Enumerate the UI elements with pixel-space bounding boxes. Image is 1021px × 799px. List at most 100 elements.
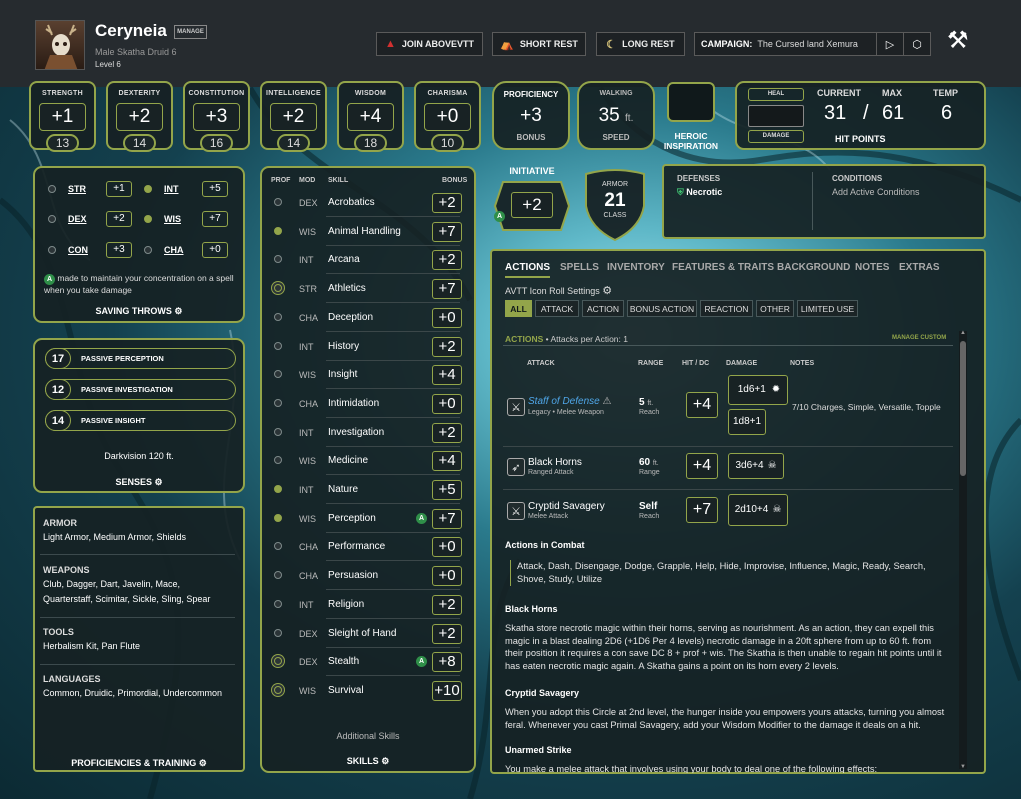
passive-perception[interactable]: 17 PASSIVE PERCEPTION [45,348,236,369]
skill-row-sleight-of-hand[interactable]: DEX Sleight of Hand +2 [268,620,468,648]
ability-dexterity[interactable]: DEXTERITY +2 14 [106,81,173,152]
scrollbar-down-icon[interactable]: ▼ [960,764,966,770]
skill-bonus[interactable]: +7 [432,279,462,300]
save-con[interactable]: CON +3 [48,241,132,259]
avtt-roll-settings[interactable]: AVTT Icon Roll Settings ⚙ [505,284,612,297]
attack-name[interactable]: Black Horns [528,457,582,468]
skill-row-athletics[interactable]: STR Athletics +7 [268,275,468,304]
skill-row-performance[interactable]: CHA Performance +0 [268,533,468,562]
actions-scrollbar[interactable]: ▲ ▼ [959,330,967,770]
manage-button[interactable]: MANAGE [174,25,207,39]
save-dex[interactable]: DEX +2 [48,210,132,228]
attack-staff-of-defense[interactable]: ⚔ Staff of Defense ⚠ Legacy • Melee Weap… [503,373,953,443]
scrollbar-up-icon[interactable]: ▲ [960,330,966,336]
skill-row-nature[interactable]: INT Nature +5 [268,476,468,504]
hp-amount-input[interactable] [748,105,804,127]
skill-bonus[interactable]: +0 [432,393,462,414]
skill-bonus[interactable]: +0 [432,307,462,328]
ability-charisma[interactable]: CHARISMA +0 10 [414,81,481,152]
gear-icon[interactable]: ⚙ [199,758,207,768]
attack-hit[interactable]: +7 [686,497,718,523]
tab-notes[interactable]: NOTES [855,262,889,273]
filter-action[interactable]: ACTION [582,300,624,317]
attack-damage-primary[interactable]: 1d6+1 ✹ [728,375,788,405]
save-str[interactable]: STR +1 [48,180,132,198]
attack-black-horns[interactable]: ➶ Black Horns Ranged Attack 60 ft. Range… [503,450,953,500]
heroic-inspiration[interactable]: HEROIC INSPIRATION [662,82,720,154]
skill-row-animal-handling[interactable]: WIS Animal Handling +7 [268,218,468,246]
damage-button[interactable]: DAMAGE [748,130,804,143]
inspiration-toggle[interactable] [667,82,715,122]
skill-bonus[interactable]: +0 [432,537,462,558]
attack-cryptid-savagery[interactable]: ⚔ Cryptid Savagery Melee Attack Self Rea… [503,494,953,544]
attack-name[interactable]: Cryptid Savagery [528,501,605,512]
attack-name[interactable]: Staff of Defense ⚠ [528,396,611,407]
initiative-box[interactable]: INITIATIVE +2 A [493,164,571,232]
cube-icon[interactable]: ⬡ [903,33,930,55]
skill-row-history[interactable]: INT History +2 [268,333,468,361]
skill-bonus[interactable]: +7 [432,508,462,529]
skill-row-investigation[interactable]: INT Investigation +2 [268,419,468,447]
skill-row-intimidation[interactable]: CHA Intimidation +0 [268,390,468,418]
skill-row-survival[interactable]: WIS Survival +10 [268,677,468,705]
skill-bonus[interactable]: +2 [432,594,462,615]
join-abovevtt-button[interactable]: ▲ JOIN ABOVEVTT [376,32,483,56]
gear-icon[interactable]: ⚙ [154,477,162,487]
skill-row-acrobatics[interactable]: DEX Acrobatics +2 [268,189,468,217]
skill-row-insight[interactable]: WIS Insight +4 [268,361,468,390]
skill-row-persuasion[interactable]: CHA Persuasion +0 [268,562,468,591]
add-conditions[interactable]: Add Active Conditions [832,187,920,197]
tab-features-traits[interactable]: FEATURES & TRAITS [672,262,774,273]
tab-extras[interactable]: EXTRAS [899,262,940,273]
heal-button[interactable]: HEAL [748,88,804,101]
defense-necrotic[interactable]: ⛨ Necrotic [677,187,722,198]
ability-intelligence[interactable]: INTELLIGENCE +2 14 [260,81,327,152]
skill-bonus[interactable]: +8 [432,652,462,673]
attack-hit[interactable]: +4 [686,453,718,479]
skill-bonus[interactable]: +5 [432,480,462,500]
passive-investigation[interactable]: 12 PASSIVE INVESTIGATION [45,379,236,400]
attack-damage[interactable]: 3d6+4 ☠ [728,453,784,479]
tab-background[interactable]: BACKGROUND [777,262,850,273]
temp-hp[interactable]: 6 [941,102,952,125]
short-rest-button[interactable]: ⛺ SHORT REST [492,32,586,56]
long-rest-button[interactable]: ☾ LONG REST [596,32,685,56]
campaign-name[interactable]: The Cursed land Xemura [752,39,876,49]
skill-bonus[interactable]: +2 [432,336,462,357]
skill-bonus[interactable]: +4 [432,451,462,472]
manage-custom-link[interactable]: MANAGE CUSTOM [892,335,946,341]
skill-row-deception[interactable]: CHA Deception +0 [268,304,468,332]
filter-all[interactable]: ALL [505,300,532,317]
save-cha[interactable]: CHA +0 [144,241,228,259]
skill-bonus[interactable]: +7 [432,221,462,242]
skill-row-arcana[interactable]: INT Arcana +2 [268,246,468,275]
skill-row-stealth[interactable]: DEX Stealth A +8 [268,648,468,677]
skill-row-religion[interactable]: INT Religion +2 [268,591,468,619]
save-wis[interactable]: WIS +7 [144,210,228,228]
tab-spells[interactable]: SPELLS [560,262,599,273]
skill-bonus[interactable]: +4 [432,365,462,386]
ability-wisdom[interactable]: WISDOM +4 18 [337,81,404,152]
ability-constitution[interactable]: CONSTITUTION +3 16 [183,81,250,152]
character-portrait[interactable] [35,20,85,70]
attack-damage-versatile[interactable]: 1d8+1 [728,409,766,435]
skill-row-perception[interactable]: WIS Perception A +7 [268,505,468,533]
skill-bonus[interactable]: +0 [432,566,462,587]
skill-bonus[interactable]: +2 [432,422,462,443]
skill-bonus[interactable]: +10 [432,680,462,701]
filter-reaction[interactable]: REACTION [700,300,753,317]
filter-attack[interactable]: ATTACK [535,300,579,317]
filter-bonus-action[interactable]: BONUS ACTION [627,300,697,317]
attack-damage[interactable]: 2d10+4 ☠ [728,494,788,526]
ability-strength[interactable]: STRENGTH +1 13 [29,81,96,152]
anvil-logo-icon[interactable]: ⚒ [947,26,969,55]
filter-other[interactable]: OTHER [756,300,794,317]
skill-bonus[interactable]: +2 [432,250,462,271]
play-icon[interactable]: ▷ [876,33,903,55]
gear-icon[interactable]: ⚙ [174,306,182,316]
tab-actions[interactable]: ACTIONS [505,262,550,278]
attack-hit[interactable]: +4 [686,392,718,418]
additional-skills-link[interactable]: Additional Skills [260,731,476,741]
skill-bonus[interactable]: +2 [432,193,462,213]
skill-row-medicine[interactable]: WIS Medicine +4 [268,447,468,476]
